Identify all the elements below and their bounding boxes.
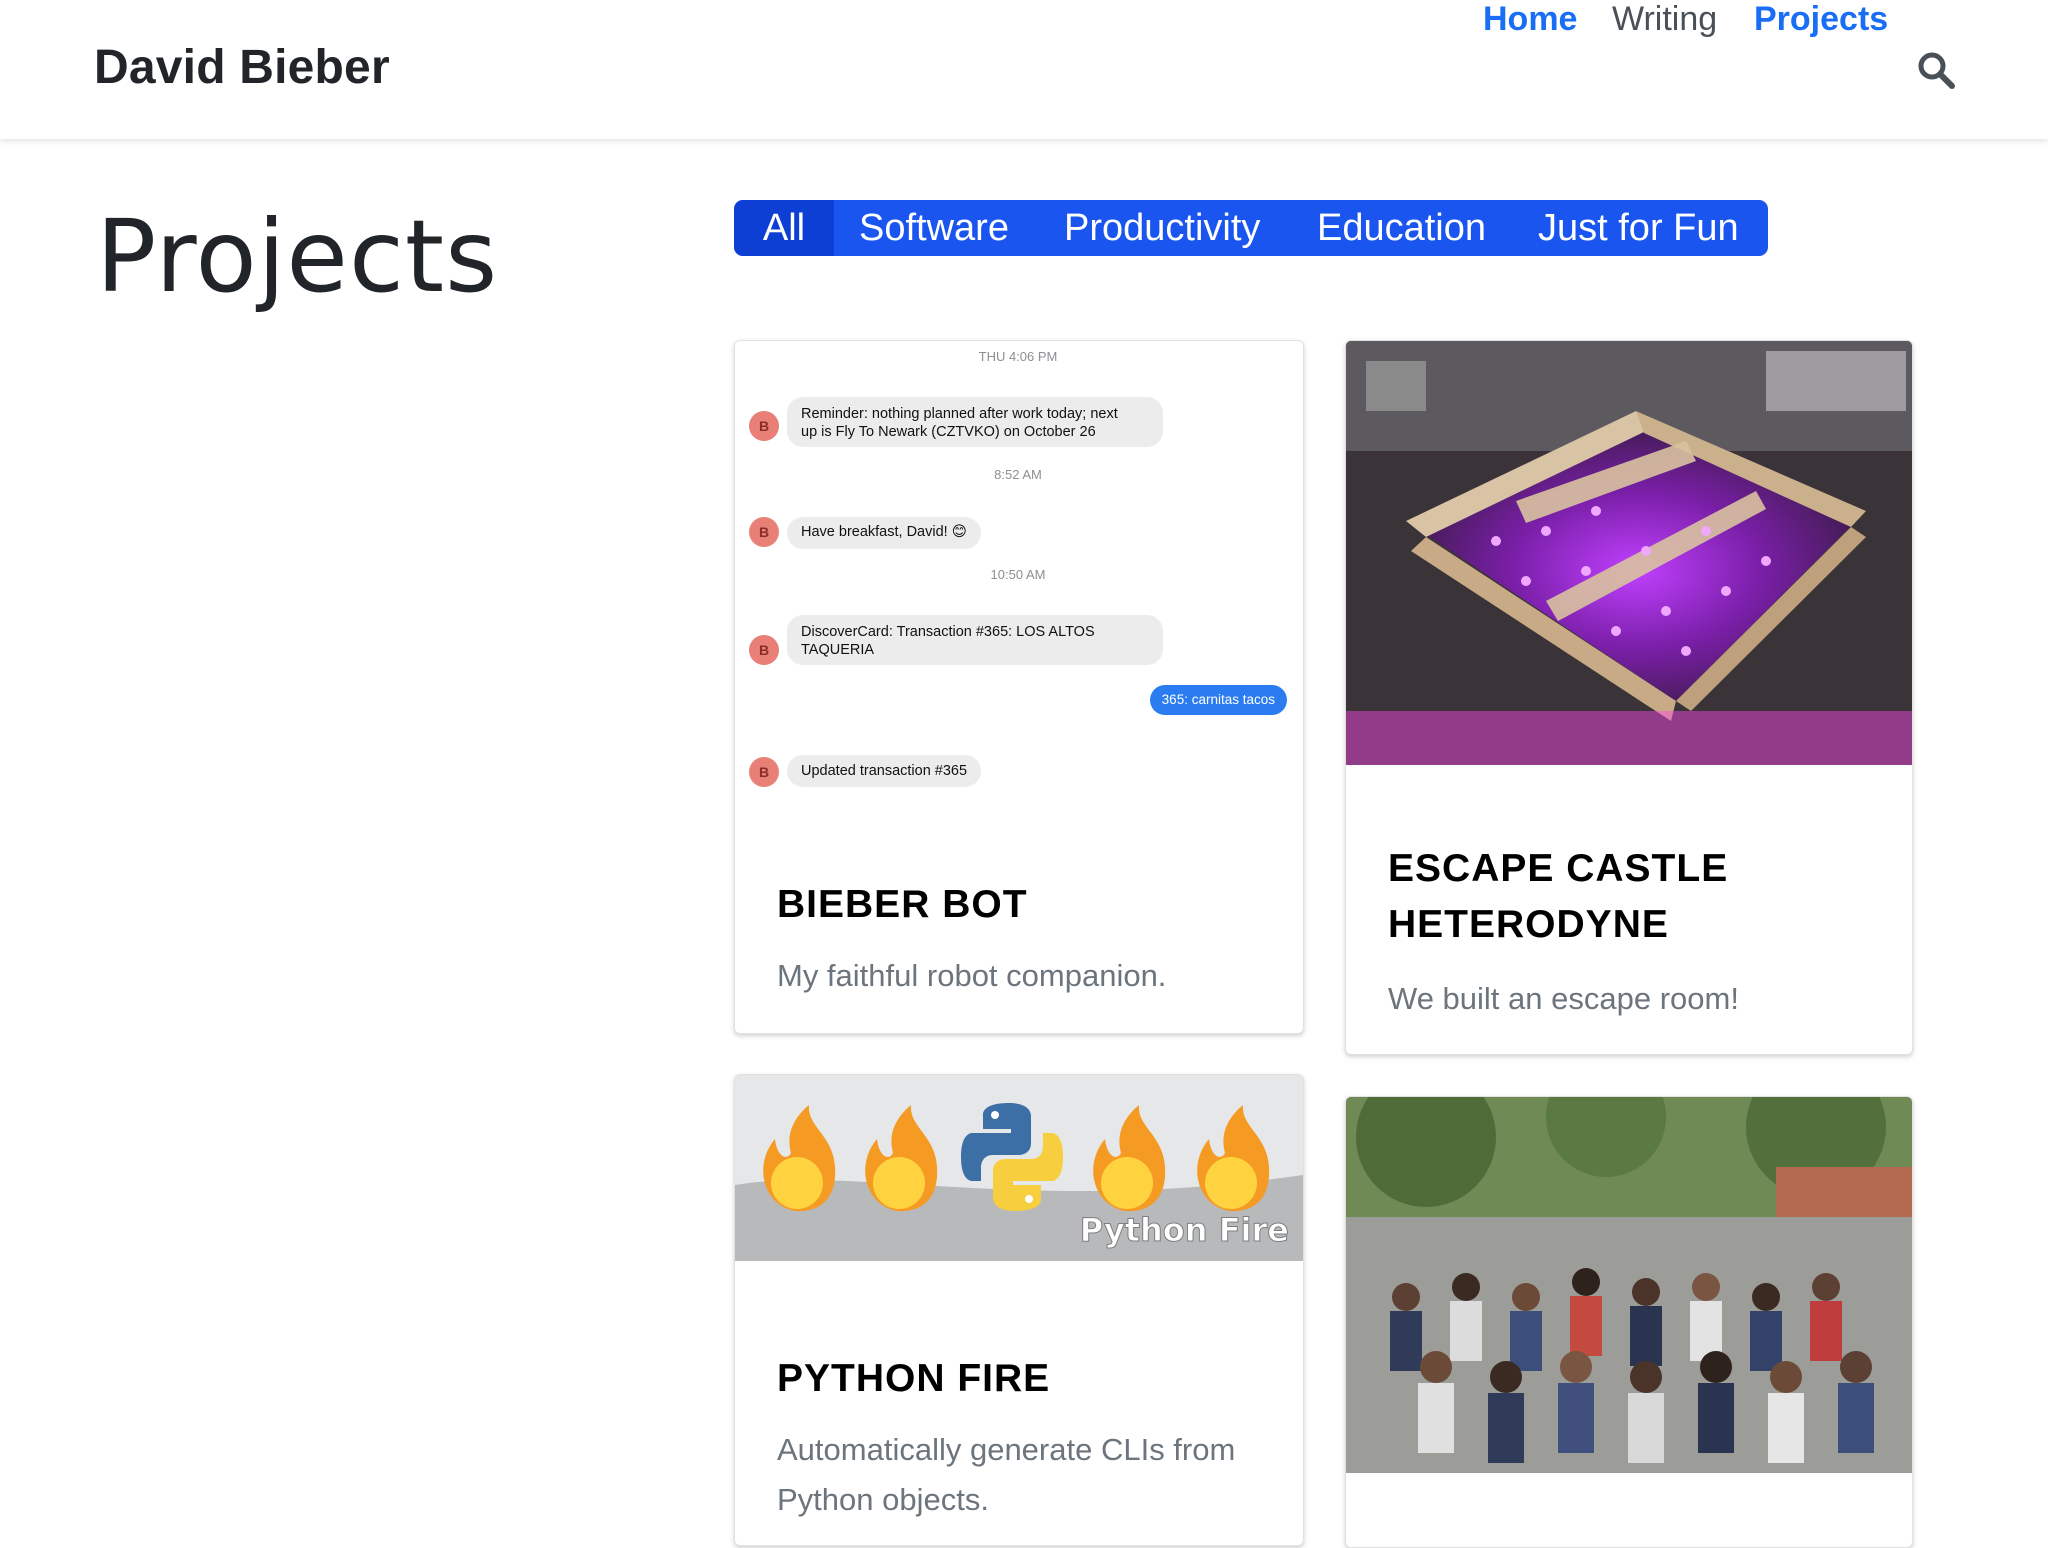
chat-message: Reminder: nothing planned after work tod… [787, 397, 1163, 447]
chat-message: DiscoverCard: Transaction #365: LOS ALTO… [787, 615, 1163, 665]
filter-productivity[interactable]: Productivity [1064, 200, 1260, 256]
nav-projects[interactable]: Projects [1754, 0, 1888, 39]
banner-text: Python Fire [1080, 1211, 1289, 1249]
nav-home[interactable]: Home [1483, 0, 1577, 39]
chat-reply: 365: carnitas tacos [1149, 685, 1287, 715]
chat-timestamp: THU 4:06 PM [978, 349, 1058, 364]
chat-screenshot: THU 4:06 PM B Reminder: nothing planned … [735, 341, 1301, 841]
avatar: B [749, 757, 779, 787]
avatar: B [749, 635, 779, 665]
chat-timestamp: 10:50 AM [990, 567, 1046, 582]
filter-just-for-fun[interactable]: Just for Fun [1538, 200, 1739, 256]
card-description: Automatically generate CLIs from Python … [777, 1432, 1236, 1517]
search-button[interactable] [1916, 50, 1956, 90]
chat-message: Updated transaction #365 [787, 755, 982, 787]
nav-writing[interactable]: Writing [1612, 0, 1717, 39]
card-title[interactable]: PYTHON FIRE [777, 1351, 1050, 1407]
filter-software[interactable]: Software [859, 200, 1009, 256]
filter-education[interactable]: Education [1317, 200, 1486, 256]
filter-all[interactable]: All [734, 200, 834, 256]
site-brand[interactable]: David Bieber [94, 40, 390, 95]
project-card-escape-castle[interactable]: ESCAPE CASTLE HETERODYNE We built an esc… [1345, 340, 1913, 1055]
python-fire-banner: Python Fire [735, 1075, 1303, 1261]
card-title[interactable]: ESCAPE CASTLE HETERODYNE [1388, 841, 1728, 953]
chat-message: Have breakfast, David! 😊 [787, 517, 981, 549]
card-description: We built an escape room! [1388, 981, 1739, 1016]
project-card-bieber-bot[interactable]: THU 4:06 PM B Reminder: nothing planned … [734, 340, 1304, 1034]
category-filter: All Software Productivity Education Just… [734, 200, 1768, 256]
card-description: My faithful robot companion. [777, 958, 1167, 993]
avatar: B [749, 411, 779, 441]
project-card-python-fire[interactable]: Python Fire PYTHON FIRE Automatically ge… [734, 1074, 1304, 1546]
chat-timestamp: 8:52 AM [994, 467, 1042, 482]
card-title[interactable]: BIEBER BOT [777, 877, 1028, 933]
search-icon [1918, 52, 1955, 89]
site-header: David Bieber Home Writing Projects [0, 0, 2048, 139]
escape-room-photo [1346, 341, 1912, 765]
avatar: B [749, 517, 779, 547]
page-title: Projects [96, 198, 499, 315]
project-card-group-photo[interactable] [1345, 1096, 1913, 1548]
group-photo [1346, 1097, 1912, 1473]
